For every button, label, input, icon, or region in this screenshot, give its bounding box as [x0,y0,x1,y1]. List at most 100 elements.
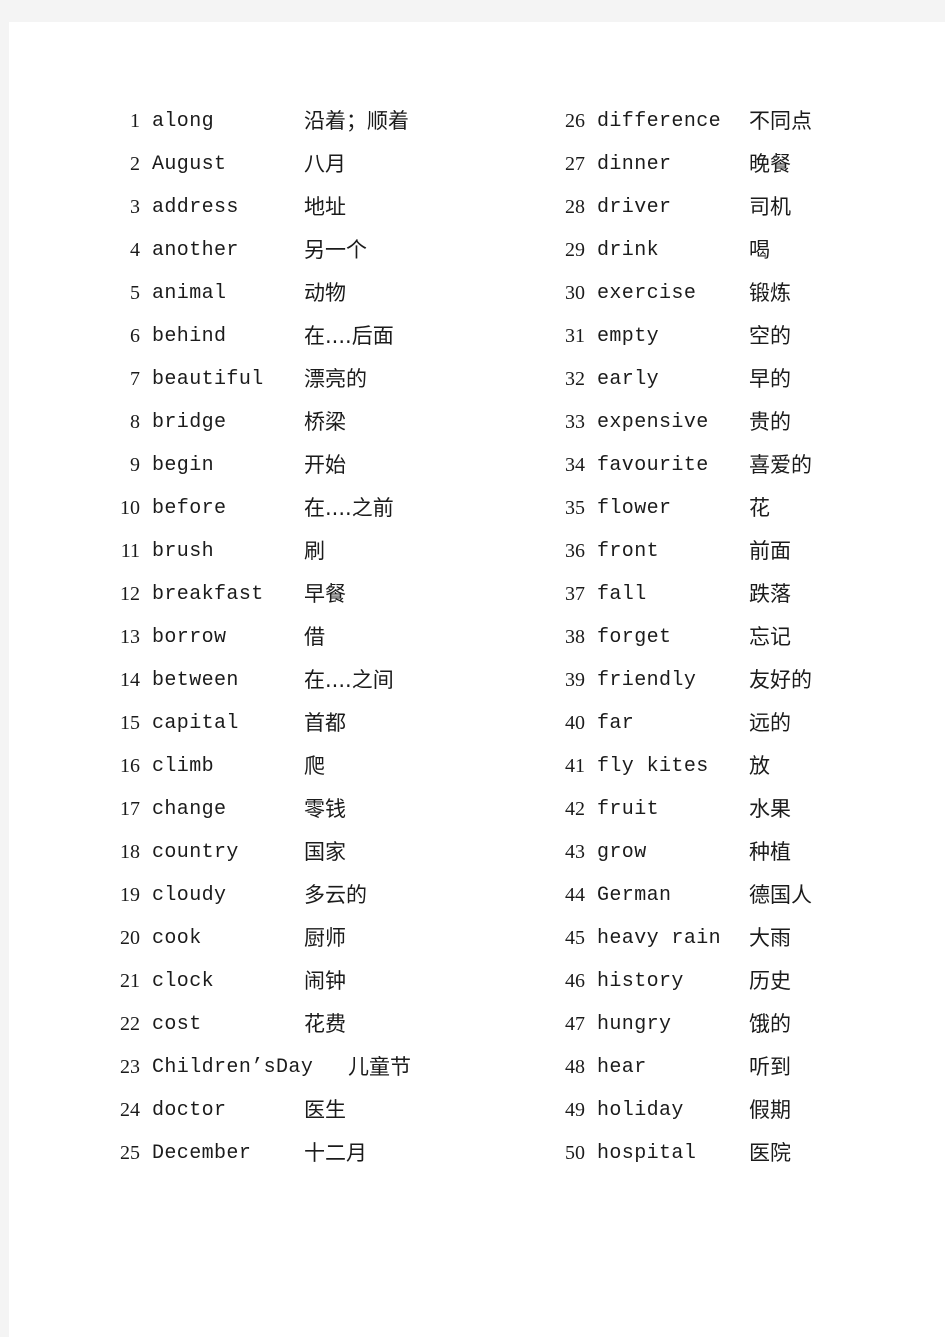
entry-english-word: August [152,153,227,176]
entry-number: 23 [120,1056,140,1078]
entry-number: 17 [120,798,140,820]
entry-number: 11 [120,540,140,562]
entry-chinese-gloss: 喝 [749,238,770,262]
entry-chinese-gloss: 听到 [749,1055,791,1079]
entry-number: 40 [565,712,585,734]
entry-number: 6 [130,325,140,347]
entry-number: 44 [565,884,585,906]
entry-chinese-gloss: 水果 [749,797,791,821]
entry-number: 22 [120,1013,140,1035]
entry-english-word: expensive [597,411,709,434]
entry-english-word: fly kites [597,755,709,778]
entry-number: 26 [565,110,585,132]
entry-english-word: capital [152,712,239,735]
entry-english-word: clock [152,970,215,993]
entry-english-word: bridge [152,411,227,434]
entry-number: 20 [120,927,140,949]
entry-chinese-gloss: 历史 [749,969,791,993]
entry-english-word: difference [597,110,722,133]
entry-number: 41 [565,755,585,777]
entry-chinese-gloss: 司机 [749,195,791,219]
entry-chinese-gloss: 十二月 [304,1141,367,1165]
entry-number: 21 [120,970,140,992]
entry-number: 50 [565,1142,585,1164]
entry-english-word: borrow [152,626,227,649]
entry-english-word: address [152,196,239,219]
entry-english-word: heavy rain [597,927,722,950]
entry-chinese-gloss: 在....之前 [304,496,394,520]
entry-english-word: beautiful [152,368,264,391]
entry-number: 46 [565,970,585,992]
entry-number: 37 [565,583,585,605]
entry-number: 8 [130,411,140,433]
entry-number: 45 [565,927,585,949]
entry-chinese-gloss: 爬 [304,754,325,778]
entry-english-word: Children’sDay [152,1056,314,1079]
vocabulary-sheet: 1 along 沿着；顺着 2 August 八月 3 address 地址 4 another 另一… [9,22,945,1337]
entry-chinese-gloss: 闹钟 [304,969,346,993]
entry-chinese-gloss: 八月 [304,152,346,176]
entry-chinese-gloss: 种植 [749,840,791,864]
entry-chinese-gloss: 早餐 [304,582,346,606]
entry-chinese-gloss: 零钱 [304,797,346,821]
entry-number: 24 [120,1099,140,1121]
entry-chinese-gloss: 前面 [749,539,791,563]
entry-chinese-gloss: 漂亮的 [304,367,367,391]
entry-number: 29 [565,239,585,261]
entry-chinese-gloss: 在....后面 [304,324,394,348]
entry-english-word: history [597,970,684,993]
entry-chinese-gloss: 首都 [304,711,346,735]
entry-english-word: country [152,841,239,864]
entry-number: 16 [120,755,140,777]
entry-english-word: hungry [597,1013,672,1036]
entry-number: 35 [565,497,585,519]
entry-english-word: favourite [597,454,709,477]
entry-english-word: driver [597,196,672,219]
entry-english-word: animal [152,282,227,305]
entry-chinese-gloss: 空的 [749,324,791,348]
entry-chinese-gloss: 国家 [304,840,346,864]
entry-chinese-gloss: 开始 [304,453,346,477]
entry-chinese-gloss: 锻炼 [749,281,791,305]
entry-number: 15 [120,712,140,734]
entry-english-word: December [152,1142,252,1165]
entry-chinese-gloss: 在....之间 [304,668,394,692]
entry-number: 7 [130,368,140,390]
entry-number: 9 [130,454,140,476]
entry-chinese-gloss: 医院 [749,1141,791,1165]
entry-english-word: cost [152,1013,202,1036]
entry-chinese-gloss: 儿童节 [348,1055,411,1079]
entry-number: 18 [120,841,140,863]
entry-number: 1 [130,110,140,132]
entry-chinese-gloss: 地址 [304,195,346,219]
entry-chinese-gloss: 假期 [749,1098,791,1122]
entry-english-word: drink [597,239,660,262]
entry-number: 49 [565,1099,585,1121]
entry-chinese-gloss: 沿着；顺着 [304,109,409,133]
entry-number: 28 [565,196,585,218]
entry-number: 34 [565,454,585,476]
entry-chinese-gloss: 桥梁 [304,410,346,434]
entry-chinese-gloss: 友好的 [749,668,812,692]
entry-english-word: behind [152,325,227,348]
entry-english-word: between [152,669,239,692]
entry-chinese-gloss: 放 [749,754,770,778]
entry-english-word: begin [152,454,215,477]
entry-number: 2 [130,153,140,175]
entry-number: 5 [130,282,140,304]
entry-chinese-gloss: 医生 [304,1098,346,1122]
entry-english-word: early [597,368,660,391]
entry-english-word: along [152,110,215,133]
entry-chinese-gloss: 另一个 [304,238,367,262]
entry-english-word: grow [597,841,647,864]
entry-number: 32 [565,368,585,390]
entry-number: 47 [565,1013,585,1035]
entry-english-word: cloudy [152,884,227,907]
entry-chinese-gloss: 德国人 [749,883,812,907]
entry-chinese-gloss: 刷 [304,539,325,563]
entry-english-word: change [152,798,227,821]
entry-english-word: friendly [597,669,697,692]
entry-chinese-gloss: 忘记 [749,625,791,649]
entry-english-word: far [597,712,635,735]
entry-number: 10 [120,497,140,519]
